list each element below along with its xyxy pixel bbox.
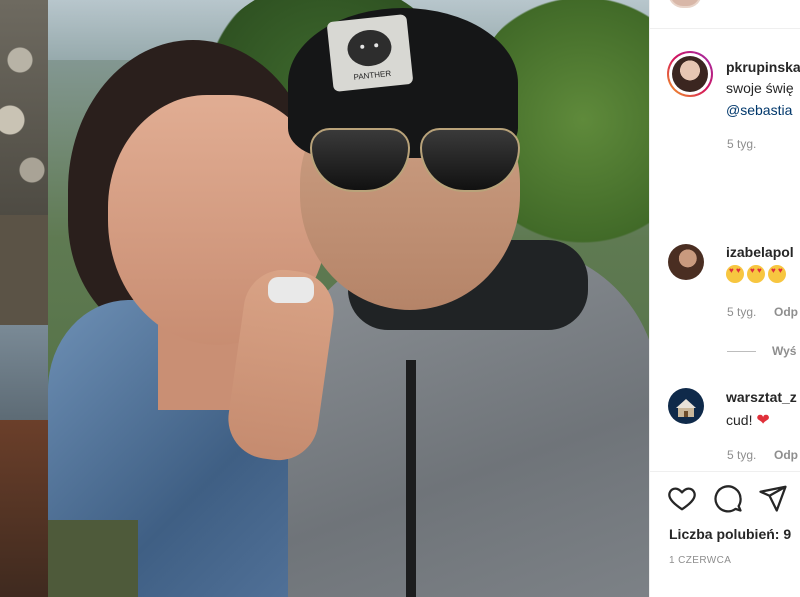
comment-emojis	[726, 265, 789, 284]
wristwatch	[268, 277, 314, 303]
comment-time[interactable]: 5 tyg.	[727, 305, 756, 319]
reply-button[interactable]: Odp	[774, 448, 798, 462]
woman-sleeve	[48, 520, 138, 597]
heart-eyes-emoji	[747, 265, 765, 284]
likes-count[interactable]: Liczba polubień: 9	[669, 526, 791, 542]
heart-outline-icon[interactable]	[667, 483, 697, 513]
caption-text: swoje świę	[726, 80, 794, 96]
heart-eyes-emoji	[768, 265, 786, 284]
comment-text: cud! ❤	[726, 410, 770, 430]
view-replies-button[interactable]: Wyś	[772, 344, 796, 358]
cap-patch-text: PANTHER	[353, 69, 392, 82]
background-photo-dark	[0, 215, 48, 325]
post-photo[interactable]: PANTHER	[48, 0, 649, 597]
header-avatar[interactable]	[668, 0, 702, 8]
man-zipper	[406, 360, 416, 597]
post-actions	[650, 470, 800, 513]
reply-button[interactable]: Odp	[774, 305, 798, 319]
replies-rule	[727, 351, 756, 352]
caption-username[interactable]: pkrupinska	[726, 59, 800, 75]
comment-body: cud!	[726, 412, 753, 428]
heart-eyes-emoji	[726, 265, 744, 284]
comment-bubble-icon[interactable]	[713, 483, 743, 513]
background-photo-room	[0, 420, 48, 597]
cap-panther-patch: PANTHER	[326, 14, 414, 92]
man-sunglasses	[310, 128, 520, 192]
paper-plane-icon[interactable]	[758, 483, 788, 513]
background-photo-sky	[0, 325, 48, 420]
red-heart-emoji: ❤	[756, 412, 770, 429]
commenter-avatar[interactable]	[668, 244, 704, 280]
background-strip	[0, 0, 48, 597]
comment-time[interactable]: 5 tyg.	[727, 448, 756, 462]
post-sidebar: pkrupinska swoje świę @sebastia 5 tyg. i…	[649, 0, 800, 597]
caption-time[interactable]: 5 tyg.	[727, 137, 756, 151]
caption-mention[interactable]: @sebastia	[726, 102, 792, 118]
post-date[interactable]: 1 CZERWCA	[669, 555, 731, 566]
comment-username[interactable]: izabelapol	[726, 244, 794, 260]
author-avatar[interactable]	[667, 51, 713, 97]
panther-logo: PANTHER	[347, 29, 392, 82]
comment-username[interactable]: warsztat_z	[726, 389, 797, 405]
background-photo-sheep	[0, 0, 48, 215]
divider	[650, 28, 800, 29]
house-logo-icon	[676, 399, 696, 417]
commenter-avatar[interactable]	[668, 388, 704, 424]
